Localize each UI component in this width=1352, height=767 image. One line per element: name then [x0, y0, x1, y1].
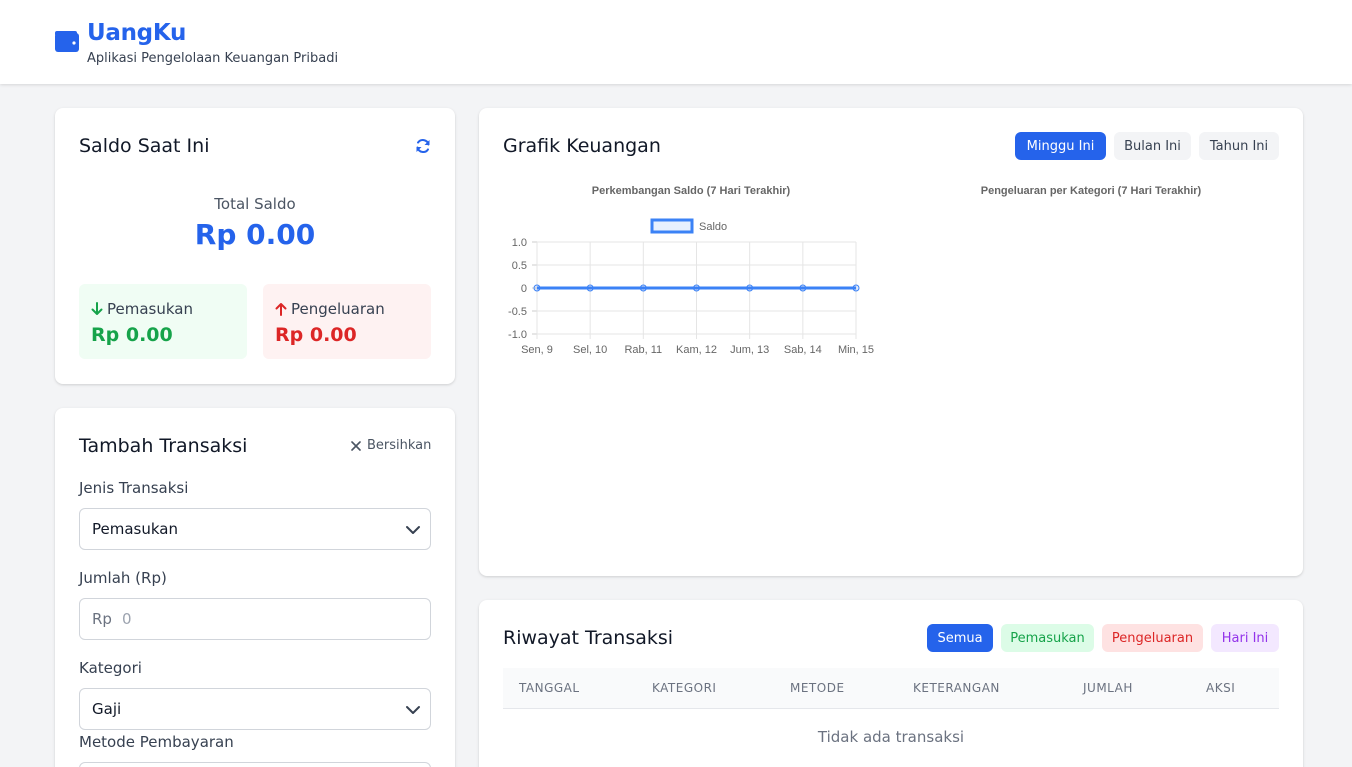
tab-this-week[interactable]: Minggu Ini	[1015, 132, 1106, 160]
clear-button-label: Bersihkan	[367, 438, 432, 453]
column-header-category: KATEGORI	[652, 681, 717, 695]
category-label: Kategori	[79, 659, 142, 677]
y-tick-label: 0.5	[512, 260, 527, 272]
expense-value: Rp 0.00	[275, 324, 357, 346]
category-select[interactable]: Gaji	[79, 688, 431, 730]
column-header-actions: AKSI	[1206, 681, 1236, 695]
payment-method-label: Metode Pembayaran	[79, 733, 234, 751]
legend-swatch	[650, 218, 694, 234]
data-point	[746, 284, 754, 292]
filter-income[interactable]: Pemasukan	[1001, 624, 1094, 652]
amount-input[interactable]: Rp 0	[79, 598, 431, 640]
income-summary-label: Pemasukan	[91, 300, 193, 318]
balance-card-title: Saldo Saat Ini	[79, 135, 210, 157]
transaction-history-card: Riwayat Transaksi Semua Pemasukan Pengel…	[479, 600, 1303, 767]
x-tick-label: Min, 15	[838, 344, 874, 356]
category-value: Gaji	[92, 700, 122, 718]
finance-chart-card: Grafik Keuangan Minggu Ini Bulan Ini Tah…	[479, 108, 1303, 576]
chevron-down-icon	[406, 526, 420, 534]
data-point	[799, 284, 807, 292]
filter-today[interactable]: Hari Ini	[1211, 624, 1279, 652]
x-tick-label: Sab, 14	[784, 344, 822, 356]
app-subtitle: Aplikasi Pengelolaan Keuangan Pribadi	[87, 51, 339, 66]
x-tick-label: Kam, 12	[676, 344, 717, 356]
chevron-down-icon	[406, 706, 420, 714]
amount-label: Jumlah (Rp)	[79, 569, 167, 587]
balance-line-chart: 1.0 0.5 0 -0.5 -1.0 Sen, 9 Sel, 10 Rab, 11 Kam, …	[508, 218, 874, 356]
income-label: Pemasukan	[107, 300, 193, 318]
total-balance-value: Rp 0.00	[194, 218, 316, 251]
data-point	[693, 284, 700, 292]
pie-chart-title: Pengeluaran per Kategori (7 Hari Terakhi…	[980, 185, 1202, 197]
total-balance-label: Total Saldo	[214, 195, 296, 213]
income-value: Rp 0.00	[91, 324, 173, 346]
column-header-amount: JUMLAH	[1083, 681, 1133, 695]
data-point	[586, 284, 594, 292]
arrow-down-icon	[91, 302, 103, 315]
table-header: TANGGAL KATEGORI METODE KETERANGAN JUMLA…	[503, 668, 1279, 709]
wallet-icon	[55, 31, 79, 52]
data-point	[852, 284, 860, 292]
transaction-type-value: Pemasukan	[92, 520, 178, 538]
arrow-up-icon	[275, 303, 287, 316]
amount-prefix: Rp	[92, 610, 112, 628]
expense-label: Pengeluaran	[291, 300, 385, 318]
amount-placeholder: 0	[121, 610, 132, 628]
balance-card: Saldo Saat Ini Total Saldo Rp 0.00 Pemas…	[55, 108, 455, 384]
filter-expense[interactable]: Pengeluaran	[1102, 624, 1203, 652]
transaction-type-select[interactable]: Pemasukan	[79, 508, 431, 550]
data-point	[533, 284, 541, 292]
transaction-type-label: Jenis Transaksi	[79, 479, 189, 497]
data-point	[639, 284, 647, 292]
history-title: Riwayat Transaksi	[503, 627, 674, 649]
expense-summary: Pengeluaran Rp 0.00	[263, 284, 431, 359]
close-icon	[351, 440, 361, 451]
column-header-method: METODE	[790, 681, 845, 695]
x-tick-label: Rab, 11	[624, 344, 662, 356]
app-title: UangKu	[87, 20, 187, 46]
add-transaction-title: Tambah Transaksi	[79, 435, 248, 457]
app-header: UangKu Aplikasi Pengelolaan Keuangan Pri…	[0, 0, 1352, 84]
payment-method-select[interactable]	[79, 762, 431, 767]
x-tick-label: Sen, 9	[521, 344, 553, 356]
y-tick-label: -1.0	[508, 329, 527, 341]
y-tick-label: 1.0	[512, 237, 527, 249]
column-header-description: KETERANGAN	[913, 681, 1000, 695]
y-tick-label: -0.5	[508, 306, 527, 318]
x-tick-label: Jum, 13	[730, 344, 769, 356]
x-tick-label: Sel, 10	[573, 344, 607, 356]
refresh-icon[interactable]	[415, 138, 431, 154]
tab-this-month[interactable]: Bulan Ini	[1114, 132, 1191, 160]
tab-this-year[interactable]: Tahun Ini	[1199, 132, 1279, 160]
empty-table-message: Tidak ada transaksi	[817, 728, 965, 746]
add-transaction-card: Tambah Transaksi Bersihkan Jenis Transak…	[55, 408, 455, 767]
legend-label: Saldo	[699, 221, 727, 233]
y-tick-label: 0	[521, 283, 527, 295]
clear-button[interactable]: Bersihkan	[351, 438, 431, 453]
column-header-date: TANGGAL	[519, 681, 580, 695]
income-summary: Pemasukan Rp 0.00	[79, 284, 247, 359]
expense-summary-label: Pengeluaran	[275, 300, 385, 318]
filter-all[interactable]: Semua	[927, 624, 993, 652]
